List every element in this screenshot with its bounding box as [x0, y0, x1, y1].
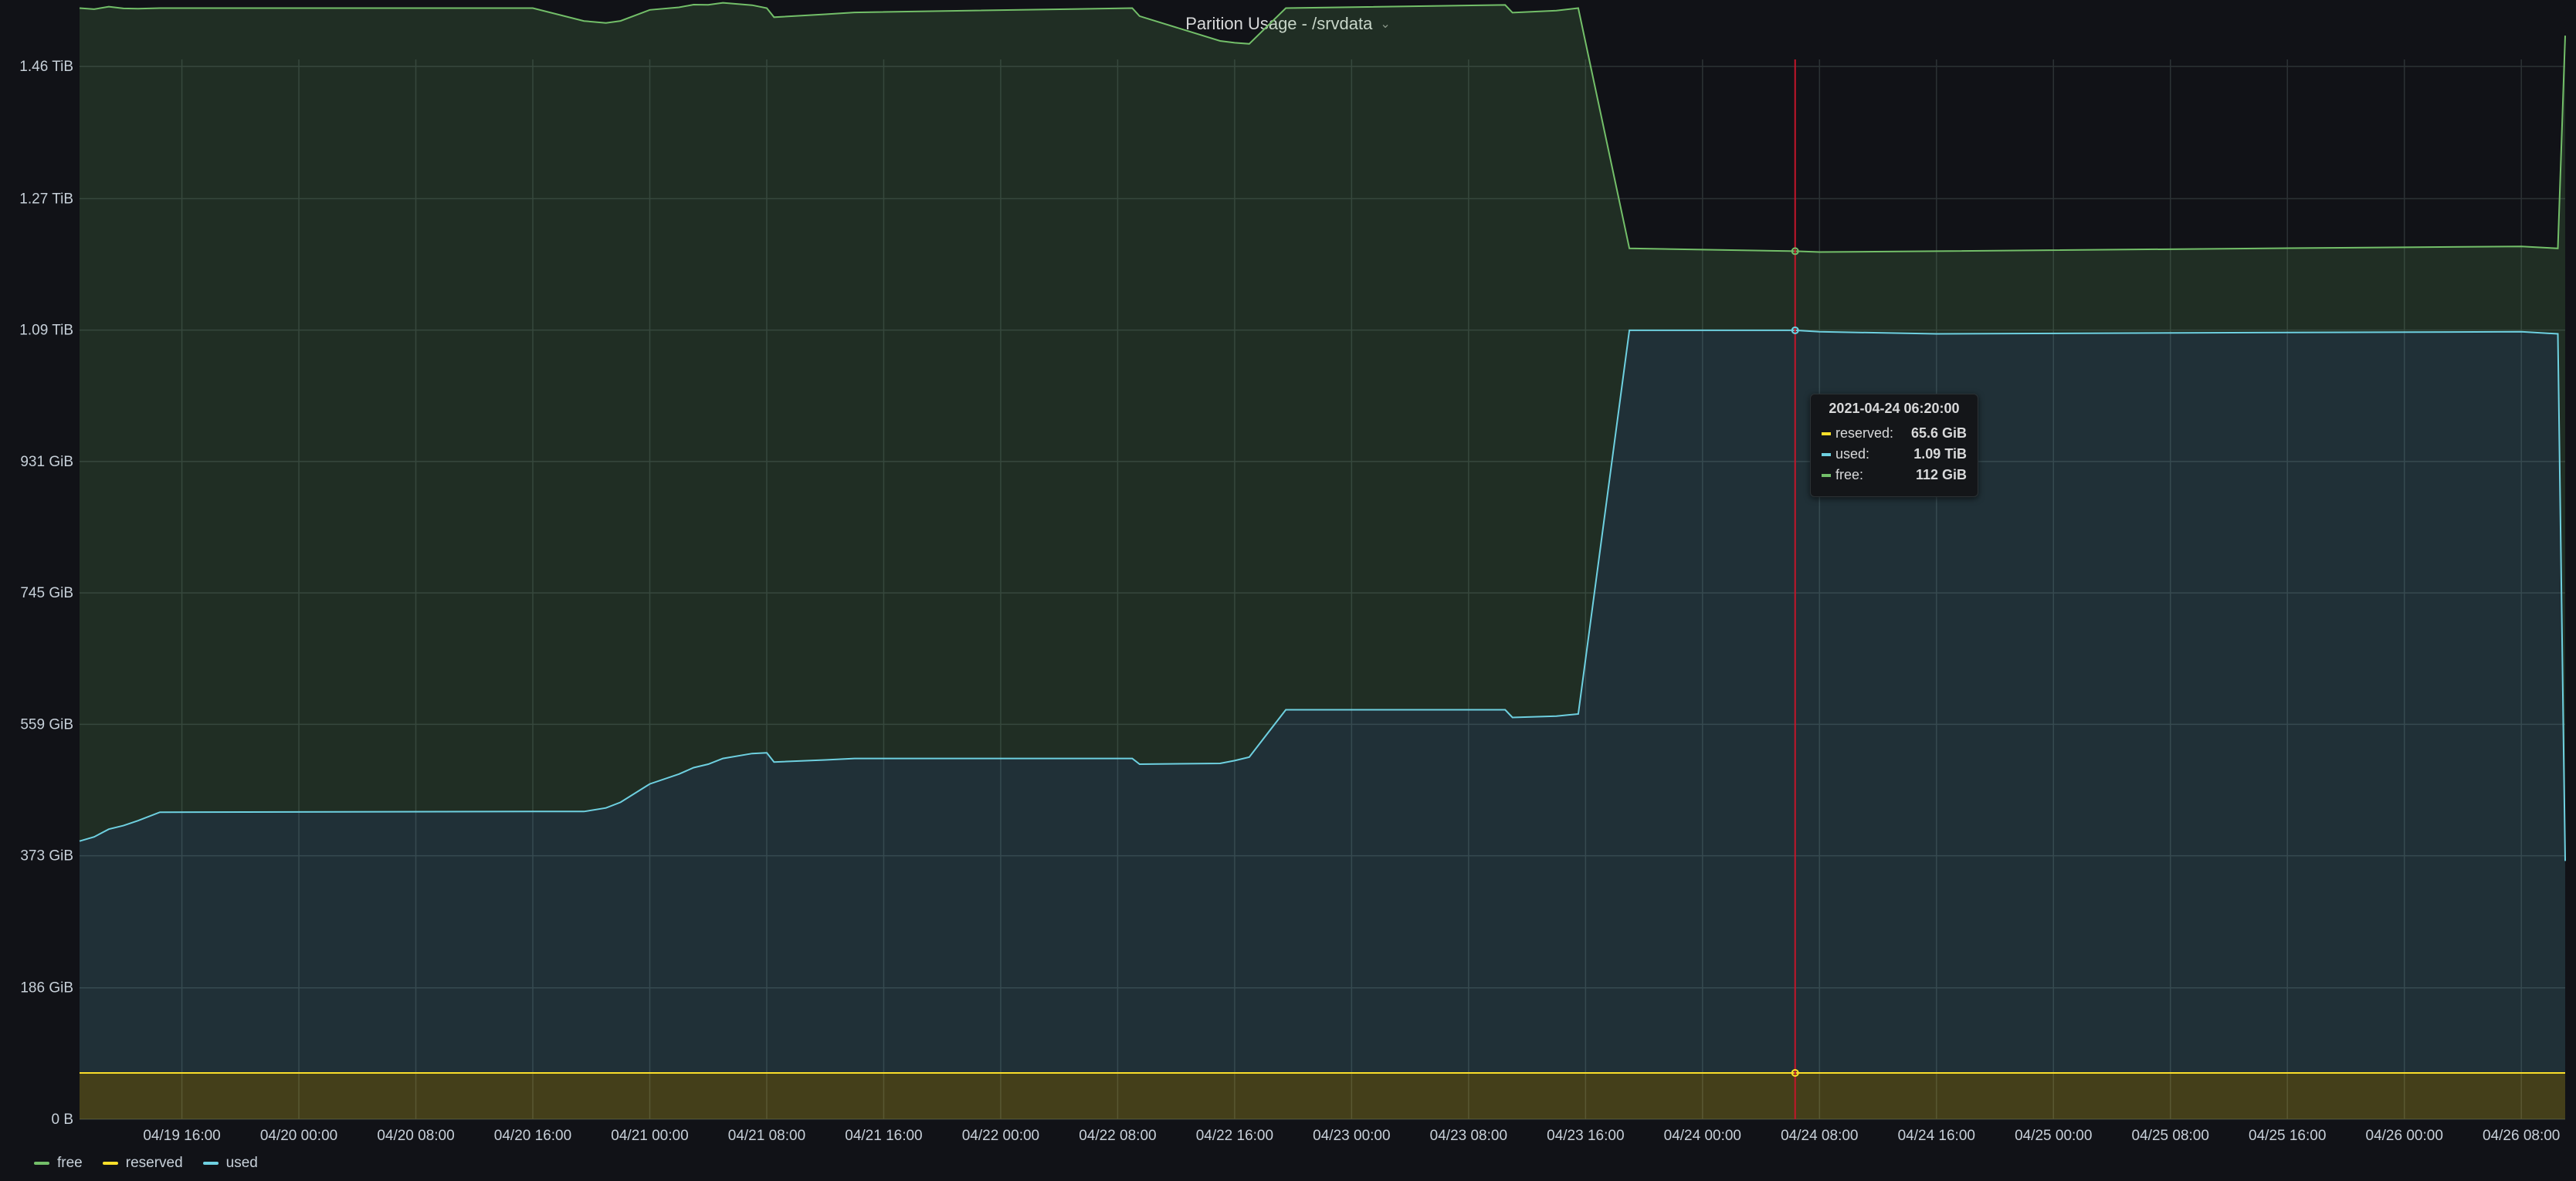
x-tick-label: 04/25 08:00	[2132, 1128, 2209, 1144]
x-tick-label: 04/19 16:00	[143, 1128, 220, 1144]
x-tick-label: 04/20 16:00	[494, 1128, 571, 1144]
legend-label: used	[225, 1155, 258, 1171]
x-tick-label: 04/26 08:00	[2483, 1128, 2560, 1144]
y-tick-label: 931 GiB	[20, 454, 73, 470]
legend-swatch	[202, 1162, 219, 1165]
tooltip-row-reserved: reserved: 65.6 GiB	[1822, 423, 1967, 444]
y-tick-label: 0 B	[51, 1112, 73, 1128]
y-tick-label: 745 GiB	[20, 585, 73, 601]
tooltip-swatch	[1822, 431, 1831, 435]
x-tick-label: 04/24 16:00	[1898, 1128, 1975, 1144]
tooltip-time: 2021-04-24 06:20:00	[1829, 401, 1960, 416]
graph-panel: Parition Usage - /srvdata ⌄ 0 B186 GiB37…	[0, 0, 2576, 1181]
y-tick-label: 373 GiB	[20, 848, 73, 865]
x-tick-label: 04/26 00:00	[2366, 1128, 2443, 1144]
x-tick-label: 04/23 16:00	[1547, 1128, 1624, 1144]
x-tick-label: 04/22 16:00	[1196, 1128, 1273, 1144]
legend: free reserved used	[34, 1152, 278, 1175]
x-tick-label: 04/20 08:00	[377, 1128, 454, 1144]
tooltip-value: 1.09 TiB	[1913, 446, 1967, 462]
series-area-reserved	[80, 1073, 2565, 1119]
legend-label: free	[57, 1155, 83, 1171]
x-tick-label: 04/22 08:00	[1079, 1128, 1156, 1144]
legend-label: reserved	[125, 1155, 183, 1171]
chart-svg[interactable]: 0 B 186 GiB 373 GiB 559 GiB 745 GiB 931 GiB 1.…	[0, 0, 2576, 1181]
tooltip-row-free: free: 112 GiB	[1822, 465, 1967, 486]
tooltip-value: 112 GiB	[1915, 467, 1967, 482]
x-tick-label: 04/21 00:00	[611, 1128, 688, 1144]
y-tick-label: 1.27 TiB	[19, 191, 73, 207]
y-axis: 0 B 186 GiB 373 GiB 559 GiB 745 GiB 931 GiB 1.…	[19, 59, 73, 1128]
y-tick-label: 1.46 TiB	[19, 59, 73, 75]
tooltip-row-used: used: 1.09 TiB	[1822, 444, 1967, 465]
tooltip-label: used:	[1835, 446, 1870, 462]
x-axis: 04/19 16:00 04/20 00:00 04/20 08:00 04/20 1…	[143, 1128, 2560, 1144]
tooltip-swatch	[1822, 452, 1831, 456]
hover-tooltip: 2021-04-24 06:20:00 reserved: 65.6 GiB u…	[1810, 394, 1978, 497]
y-tick-label: 1.09 TiB	[19, 323, 73, 339]
x-tick-label: 04/21 16:00	[845, 1128, 922, 1144]
legend-swatch	[34, 1162, 49, 1165]
x-tick-label: 04/21 08:00	[728, 1128, 805, 1144]
legend-swatch	[102, 1162, 118, 1165]
y-tick-label: 186 GiB	[20, 980, 73, 997]
y-tick-label: 559 GiB	[20, 716, 73, 733]
chart-areas	[80, 2, 2565, 1119]
legend-item-free[interactable]: free	[34, 1155, 83, 1172]
legend-item-reserved[interactable]: reserved	[102, 1155, 183, 1172]
x-tick-label: 04/25 16:00	[2249, 1128, 2326, 1144]
tooltip-label: free:	[1835, 467, 1864, 482]
x-tick-label: 04/25 00:00	[2015, 1128, 2092, 1144]
tooltip-value: 65.6 GiB	[1910, 425, 1967, 441]
x-tick-label: 04/24 08:00	[1781, 1128, 1858, 1144]
tooltip-swatch	[1822, 473, 1831, 477]
x-tick-label: 04/20 00:00	[260, 1128, 337, 1144]
x-tick-label: 04/24 00:00	[1664, 1128, 1741, 1144]
legend-item-used[interactable]: used	[202, 1155, 258, 1172]
tooltip-label: reserved:	[1835, 425, 1894, 441]
x-tick-label: 04/23 00:00	[1313, 1128, 1390, 1144]
x-tick-label: 04/22 00:00	[962, 1128, 1039, 1144]
x-tick-label: 04/23 08:00	[1430, 1128, 1507, 1144]
